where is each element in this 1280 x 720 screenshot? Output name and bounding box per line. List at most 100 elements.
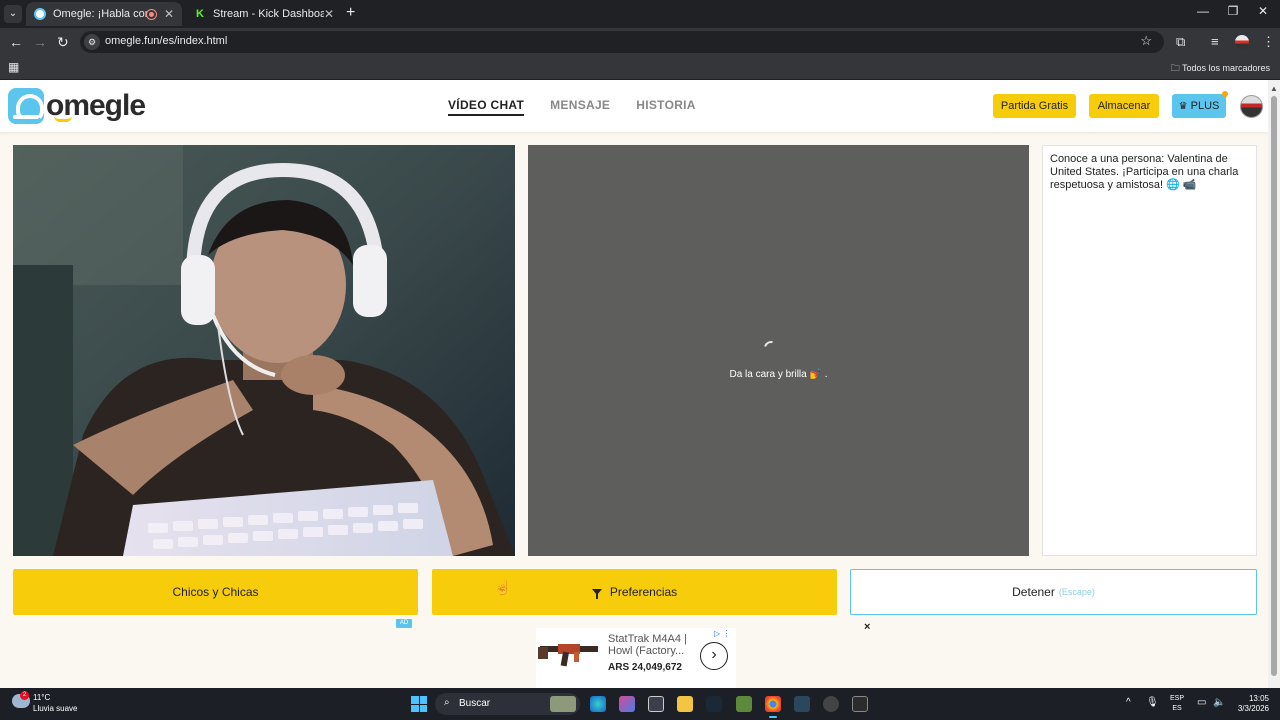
page-content: omegle VÍDEO CHAT MENSAJE HISTORIA Parti… bbox=[0, 80, 1280, 688]
scroll-up-icon[interactable]: ▲ bbox=[1270, 84, 1278, 93]
windows-start-icon[interactable] bbox=[411, 696, 427, 712]
reload-icon[interactable]: ↻ bbox=[57, 34, 69, 51]
tab-title: Omegle: ¡Habla con Descor bbox=[53, 8, 147, 20]
tab-omegle[interactable]: Omegle: ¡Habla con Descor ✕ bbox=[26, 2, 182, 26]
bookmarks-bar: ▦ 🗀 Todos los marcadores bbox=[0, 56, 1280, 80]
close-tab-icon[interactable]: ✕ bbox=[164, 7, 174, 21]
extensions-icon[interactable]: ⧉ bbox=[1176, 34, 1185, 50]
close-window-icon[interactable]: ✕ bbox=[1248, 4, 1278, 18]
tab-kick[interactable]: K Stream - Kick Dashboard ✕ bbox=[186, 2, 342, 26]
lang-bottom: ES bbox=[1172, 705, 1182, 712]
chevron-right-icon[interactable]: › bbox=[700, 642, 728, 670]
ad-close-button[interactable]: × bbox=[864, 621, 870, 633]
all-bookmarks-label: Todos los marcadores bbox=[1181, 63, 1270, 73]
gender-filter-button[interactable]: Chicos y Chicas bbox=[13, 569, 418, 615]
ad-badge: AD bbox=[396, 619, 412, 628]
minecraft-icon[interactable] bbox=[736, 696, 752, 712]
recording-icon bbox=[146, 9, 156, 19]
search-highlight-image bbox=[550, 696, 576, 712]
restore-icon[interactable]: ❐ bbox=[1218, 4, 1248, 18]
browser-tab-bar: ⌄ Omegle: ¡Habla con Descor ✕ K Stream -… bbox=[0, 0, 1280, 28]
omegle-favicon-icon bbox=[34, 8, 46, 20]
chat-panel[interactable]: Conoce a una persona: Valentina de Unite… bbox=[1042, 145, 1257, 556]
close-tab-icon[interactable]: ✕ bbox=[324, 7, 334, 21]
weather-badge: 2 bbox=[20, 691, 29, 700]
local-video bbox=[13, 145, 515, 556]
clock-time: 13:05 bbox=[1248, 694, 1269, 703]
site-header: omegle VÍDEO CHAT MENSAJE HISTORIA Parti… bbox=[0, 80, 1268, 132]
tray-chevron-icon[interactable]: ^ bbox=[1126, 697, 1131, 708]
lang-top: ESP bbox=[1170, 695, 1185, 702]
adchoices-icon[interactable]: ▷ ⋮ bbox=[714, 629, 730, 638]
remote-status-text: Da la cara y brilla 💅 . bbox=[729, 369, 828, 380]
notification-dot bbox=[1222, 91, 1228, 97]
file-explorer-icon[interactable] bbox=[677, 696, 693, 712]
bookmark-star-icon[interactable]: ☆ bbox=[1140, 33, 1152, 49]
preferences-button[interactable]: Preferencias bbox=[432, 569, 837, 615]
url-text: omegle.fun/es/index.html bbox=[105, 35, 228, 47]
scroll-thumb[interactable] bbox=[1271, 96, 1277, 676]
steam-client-icon[interactable] bbox=[794, 696, 810, 712]
omegle-logo-icon bbox=[8, 88, 44, 124]
new-tab-icon[interactable]: + bbox=[346, 4, 355, 22]
store-button[interactable]: Almacenar bbox=[1089, 94, 1159, 118]
webcam-feed-image bbox=[13, 145, 515, 556]
network-icon[interactable]: ▭ bbox=[1197, 697, 1206, 708]
filter-icon bbox=[591, 589, 602, 599]
search-icon: ⌕ bbox=[444, 697, 450, 708]
menu-dots-icon[interactable]: ⋮ bbox=[1262, 34, 1275, 50]
mouse-pointer-icon: ☝ bbox=[494, 579, 512, 595]
language-indicator[interactable]: ESP ES bbox=[1170, 694, 1184, 714]
loading-spinner-icon bbox=[761, 338, 781, 358]
system-clock[interactable]: 13:05 3/3/2026 bbox=[1233, 694, 1269, 714]
nav-video-chat[interactable]: VÍDEO CHAT bbox=[448, 98, 525, 116]
obs-icon[interactable] bbox=[823, 696, 839, 712]
apps-grid-icon[interactable]: ▦ bbox=[8, 60, 19, 74]
profile-avatar-icon[interactable] bbox=[1235, 35, 1249, 49]
volume-icon[interactable]: 🔈 bbox=[1213, 697, 1225, 708]
nav-history[interactable]: HISTORIA bbox=[636, 98, 696, 116]
rifle-image bbox=[538, 644, 598, 667]
crown-icon: ♛ bbox=[1178, 100, 1188, 112]
browser-toolbar: ← → ↻ ⚙ omegle.fun/es/index.html ☆ ⧉ ≡ ⋮ bbox=[0, 28, 1280, 56]
tab-title: Stream - Kick Dashboard bbox=[213, 8, 324, 20]
stop-shortcut-hint: (Escape) bbox=[1058, 587, 1095, 597]
kick-favicon-icon: K bbox=[194, 8, 206, 20]
tab-search-icon[interactable]: ⌄ bbox=[4, 5, 22, 23]
chat-system-message: Conoce a una persona: Valentina de Unite… bbox=[1050, 153, 1239, 191]
minimize-icon[interactable]: — bbox=[1188, 4, 1218, 18]
ad-price: ARS 24,049,672 bbox=[608, 662, 682, 673]
forward-icon[interactable]: → bbox=[33, 34, 47, 50]
plus-label: PLUS bbox=[1190, 100, 1220, 112]
remote-video: Da la cara y brilla 💅 . bbox=[528, 145, 1029, 556]
steam-icon[interactable] bbox=[706, 696, 722, 712]
back-icon[interactable]: ← bbox=[9, 34, 23, 50]
user-avatar[interactable] bbox=[1240, 95, 1263, 118]
omegle-logo[interactable]: omegle bbox=[8, 88, 146, 124]
address-bar[interactable]: ⚙ omegle.fun/es/index.html ☆ bbox=[80, 31, 1164, 53]
weather-description: Lluvia suave bbox=[33, 704, 78, 713]
main-nav: VÍDEO CHAT MENSAJE HISTORIA bbox=[448, 98, 696, 116]
page-scrollbar[interactable]: ▲ bbox=[1268, 80, 1280, 688]
ad-title: StatTrak M4A4 | Howl (Factory... bbox=[608, 633, 687, 657]
preferences-label: Preferencias bbox=[609, 585, 678, 599]
taskbar-search[interactable]: ⌕ Buscar bbox=[435, 693, 580, 715]
ad-banner[interactable]: StatTrak M4A4 | Howl (Factory... ARS 24,… bbox=[536, 628, 736, 688]
nav-message[interactable]: MENSAJE bbox=[550, 98, 610, 116]
site-info-icon[interactable]: ⚙ bbox=[84, 34, 100, 50]
plus-button[interactable]: ♛ PLUS bbox=[1172, 91, 1228, 118]
windows-taskbar: 2 11°C Lluvia suave ⌕ Buscar ^ 🎙 ESP ES … bbox=[0, 688, 1280, 720]
stop-button[interactable]: Detener (Escape) bbox=[850, 569, 1257, 615]
edge-icon[interactable] bbox=[590, 696, 606, 712]
search-label: Buscar bbox=[459, 698, 491, 709]
stop-label: Detener bbox=[1012, 585, 1055, 599]
all-bookmarks[interactable]: 🗀 Todos los marcadores bbox=[1171, 61, 1270, 77]
free-match-button[interactable]: Partida Gratis bbox=[993, 94, 1076, 118]
microphone-icon[interactable]: 🎙 bbox=[1146, 697, 1159, 708]
chrome-icon[interactable] bbox=[765, 696, 781, 718]
store-icon[interactable] bbox=[648, 696, 664, 712]
epic-games-icon[interactable] bbox=[852, 696, 868, 712]
m365-icon[interactable] bbox=[619, 696, 635, 712]
media-controls-icon[interactable]: ≡ bbox=[1211, 34, 1219, 49]
gender-filter-label: Chicos y Chicas bbox=[172, 585, 259, 599]
